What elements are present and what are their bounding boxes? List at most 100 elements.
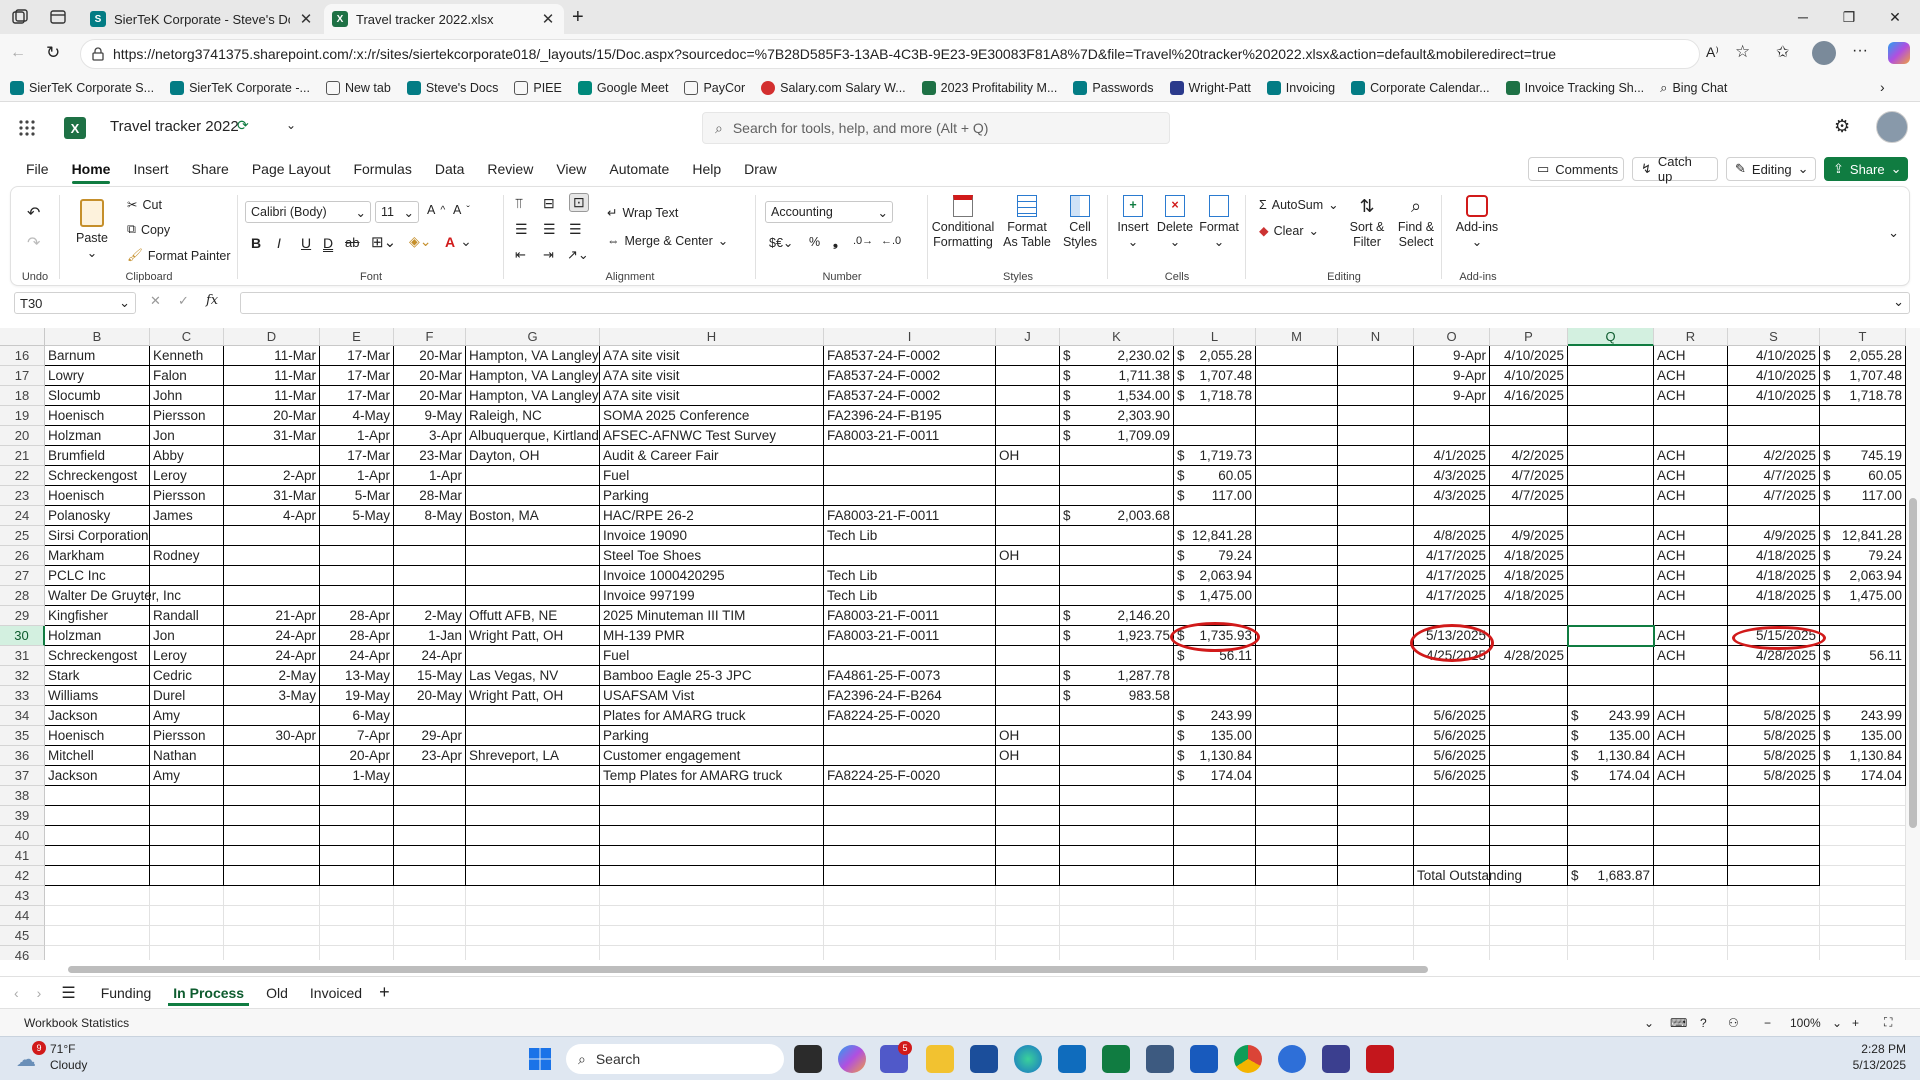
name-box[interactable]: T30 ⌄ xyxy=(14,292,136,314)
cell-P20[interactable] xyxy=(1490,426,1568,446)
cell-O43[interactable] xyxy=(1414,886,1490,906)
cell-M19[interactable] xyxy=(1256,406,1338,426)
cell-M34[interactable] xyxy=(1256,706,1338,726)
cell-Q19[interactable] xyxy=(1568,406,1654,426)
column-header[interactable]: I xyxy=(824,328,996,346)
cell-G45[interactable] xyxy=(466,926,600,946)
cell-H46[interactable] xyxy=(600,946,824,960)
cell-C18[interactable]: John xyxy=(150,386,224,406)
cell-R27[interactable]: ACH xyxy=(1654,566,1728,586)
cell-H27[interactable]: Invoice 1000420295 xyxy=(600,566,824,586)
cell-Q34[interactable]: $243.99 xyxy=(1568,706,1654,726)
tab-insert[interactable]: Insert xyxy=(133,152,168,186)
cell-F28[interactable] xyxy=(394,586,466,606)
all-sheets-icon[interactable]: ☰ xyxy=(61,983,75,1003)
cell-K22[interactable] xyxy=(1060,466,1174,486)
cell-D22[interactable]: 2-Apr xyxy=(224,466,320,486)
cell-N23[interactable] xyxy=(1338,486,1414,506)
cell-N17[interactable] xyxy=(1338,366,1414,386)
cell-J20[interactable] xyxy=(996,426,1060,446)
copy-button[interactable]: ⧉ Copy xyxy=(127,222,170,237)
url-field[interactable]: https://netorg3741375.sharepoint.com/:x:… xyxy=(80,39,1700,69)
cell-I29[interactable]: FA8003-21-F-0011 xyxy=(824,606,996,626)
cell-P16[interactable]: 4/10/2025 xyxy=(1490,346,1568,366)
conditional-formatting-button[interactable]: Conditional Formatting xyxy=(931,195,995,250)
read-aloud-icon[interactable]: A⁾ xyxy=(1706,44,1719,61)
cell-M31[interactable] xyxy=(1256,646,1338,666)
workspaces-icon[interactable] xyxy=(10,7,30,27)
font-name-dropdown[interactable]: Calibri (Body) ⌄ xyxy=(245,201,371,223)
cell-T36[interactable]: $1,130.84 xyxy=(1820,746,1906,766)
cell-M37[interactable] xyxy=(1256,766,1338,786)
cell-O33[interactable] xyxy=(1414,686,1490,706)
cell-D43[interactable] xyxy=(224,886,320,906)
cell-P21[interactable]: 4/2/2025 xyxy=(1490,446,1568,466)
cell-G34[interactable] xyxy=(466,706,600,726)
cell-Q22[interactable] xyxy=(1568,466,1654,486)
new-tab-icon[interactable]: + xyxy=(572,6,584,29)
cell-L24[interactable] xyxy=(1174,506,1256,526)
cell-P34[interactable] xyxy=(1490,706,1568,726)
fill-color-icon[interactable]: ◈⌄ xyxy=(409,233,432,250)
cell-E22[interactable]: 1-Apr xyxy=(320,466,394,486)
cell-O41[interactable] xyxy=(1414,846,1490,866)
cell-N44[interactable] xyxy=(1338,906,1414,926)
cell-K23[interactable] xyxy=(1060,486,1174,506)
cell-R24[interactable] xyxy=(1654,506,1728,526)
cell-L20[interactable] xyxy=(1174,426,1256,446)
cell-R18[interactable]: ACH xyxy=(1654,386,1728,406)
cell-B17[interactable]: Lowry xyxy=(45,366,150,386)
cell-N32[interactable] xyxy=(1338,666,1414,686)
cell-S29[interactable] xyxy=(1728,606,1820,626)
cell-G35[interactable] xyxy=(466,726,600,746)
help-icon[interactable]: ? xyxy=(1700,1016,1707,1030)
cell-B43[interactable] xyxy=(45,886,150,906)
prev-sheet-icon[interactable]: ‹ xyxy=(14,985,19,1001)
cell-M44[interactable] xyxy=(1256,906,1338,926)
find-select-button[interactable]: ⌕ Find & Select xyxy=(1393,195,1439,250)
cell-P25[interactable]: 4/9/2025 xyxy=(1490,526,1568,546)
word-icon[interactable] xyxy=(1190,1045,1218,1073)
cell-H33[interactable]: USAFSAM Vist xyxy=(600,686,824,706)
row-header[interactable]: 30 xyxy=(0,626,45,646)
cell-M43[interactable] xyxy=(1256,886,1338,906)
cell-I37[interactable]: FA8224-25-F-0020 xyxy=(824,766,996,786)
cell-D24[interactable]: 4-Apr xyxy=(224,506,320,526)
cell-Q43[interactable] xyxy=(1568,886,1654,906)
column-header[interactable]: Q xyxy=(1568,328,1654,346)
cell-Q18[interactable] xyxy=(1568,386,1654,406)
cell-R33[interactable] xyxy=(1654,686,1728,706)
zoom-out-icon[interactable]: − xyxy=(1764,1016,1771,1030)
cell-T20[interactable] xyxy=(1820,426,1906,446)
cell-N39[interactable] xyxy=(1338,806,1414,826)
cell-O28[interactable]: 4/17/2025 xyxy=(1414,586,1490,606)
cell-M23[interactable] xyxy=(1256,486,1338,506)
tab-file[interactable]: File xyxy=(26,152,49,186)
cell-O30[interactable]: 5/13/2025 xyxy=(1414,626,1490,646)
cell-N25[interactable] xyxy=(1338,526,1414,546)
cell-K27[interactable] xyxy=(1060,566,1174,586)
cell-N20[interactable] xyxy=(1338,426,1414,446)
cell-G38[interactable] xyxy=(466,786,600,806)
feedback-icon[interactable]: ⚇ xyxy=(1728,1016,1739,1030)
zoom-chevron-icon[interactable]: ⌄ xyxy=(1832,1016,1842,1030)
bookmark-item[interactable]: Corporate Calendar... xyxy=(1351,80,1490,95)
cell-S39[interactable] xyxy=(1728,806,1820,826)
cell-Q16[interactable] xyxy=(1568,346,1654,366)
cell-P32[interactable] xyxy=(1490,666,1568,686)
cell-I17[interactable]: FA8537-24-F-0002 xyxy=(824,366,996,386)
column-header[interactable]: F xyxy=(394,328,466,346)
row-header[interactable]: 29 xyxy=(0,606,45,626)
cell-R29[interactable] xyxy=(1654,606,1728,626)
bookmark-item[interactable]: ⌕ Bing Chat xyxy=(1660,80,1727,96)
cell-D32[interactable]: 2-May xyxy=(224,666,320,686)
cell-P19[interactable] xyxy=(1490,406,1568,426)
cell-I44[interactable] xyxy=(824,906,996,926)
delete-cells-button[interactable]: × Delete ⌄ xyxy=(1155,195,1195,250)
taskbar-search[interactable]: ⌕ Search xyxy=(566,1044,784,1074)
cell-P18[interactable]: 4/16/2025 xyxy=(1490,386,1568,406)
app-icon[interactable] xyxy=(1278,1045,1306,1073)
cell-N41[interactable] xyxy=(1338,846,1414,866)
cell-N37[interactable] xyxy=(1338,766,1414,786)
cell-C20[interactable]: Jon xyxy=(150,426,224,446)
